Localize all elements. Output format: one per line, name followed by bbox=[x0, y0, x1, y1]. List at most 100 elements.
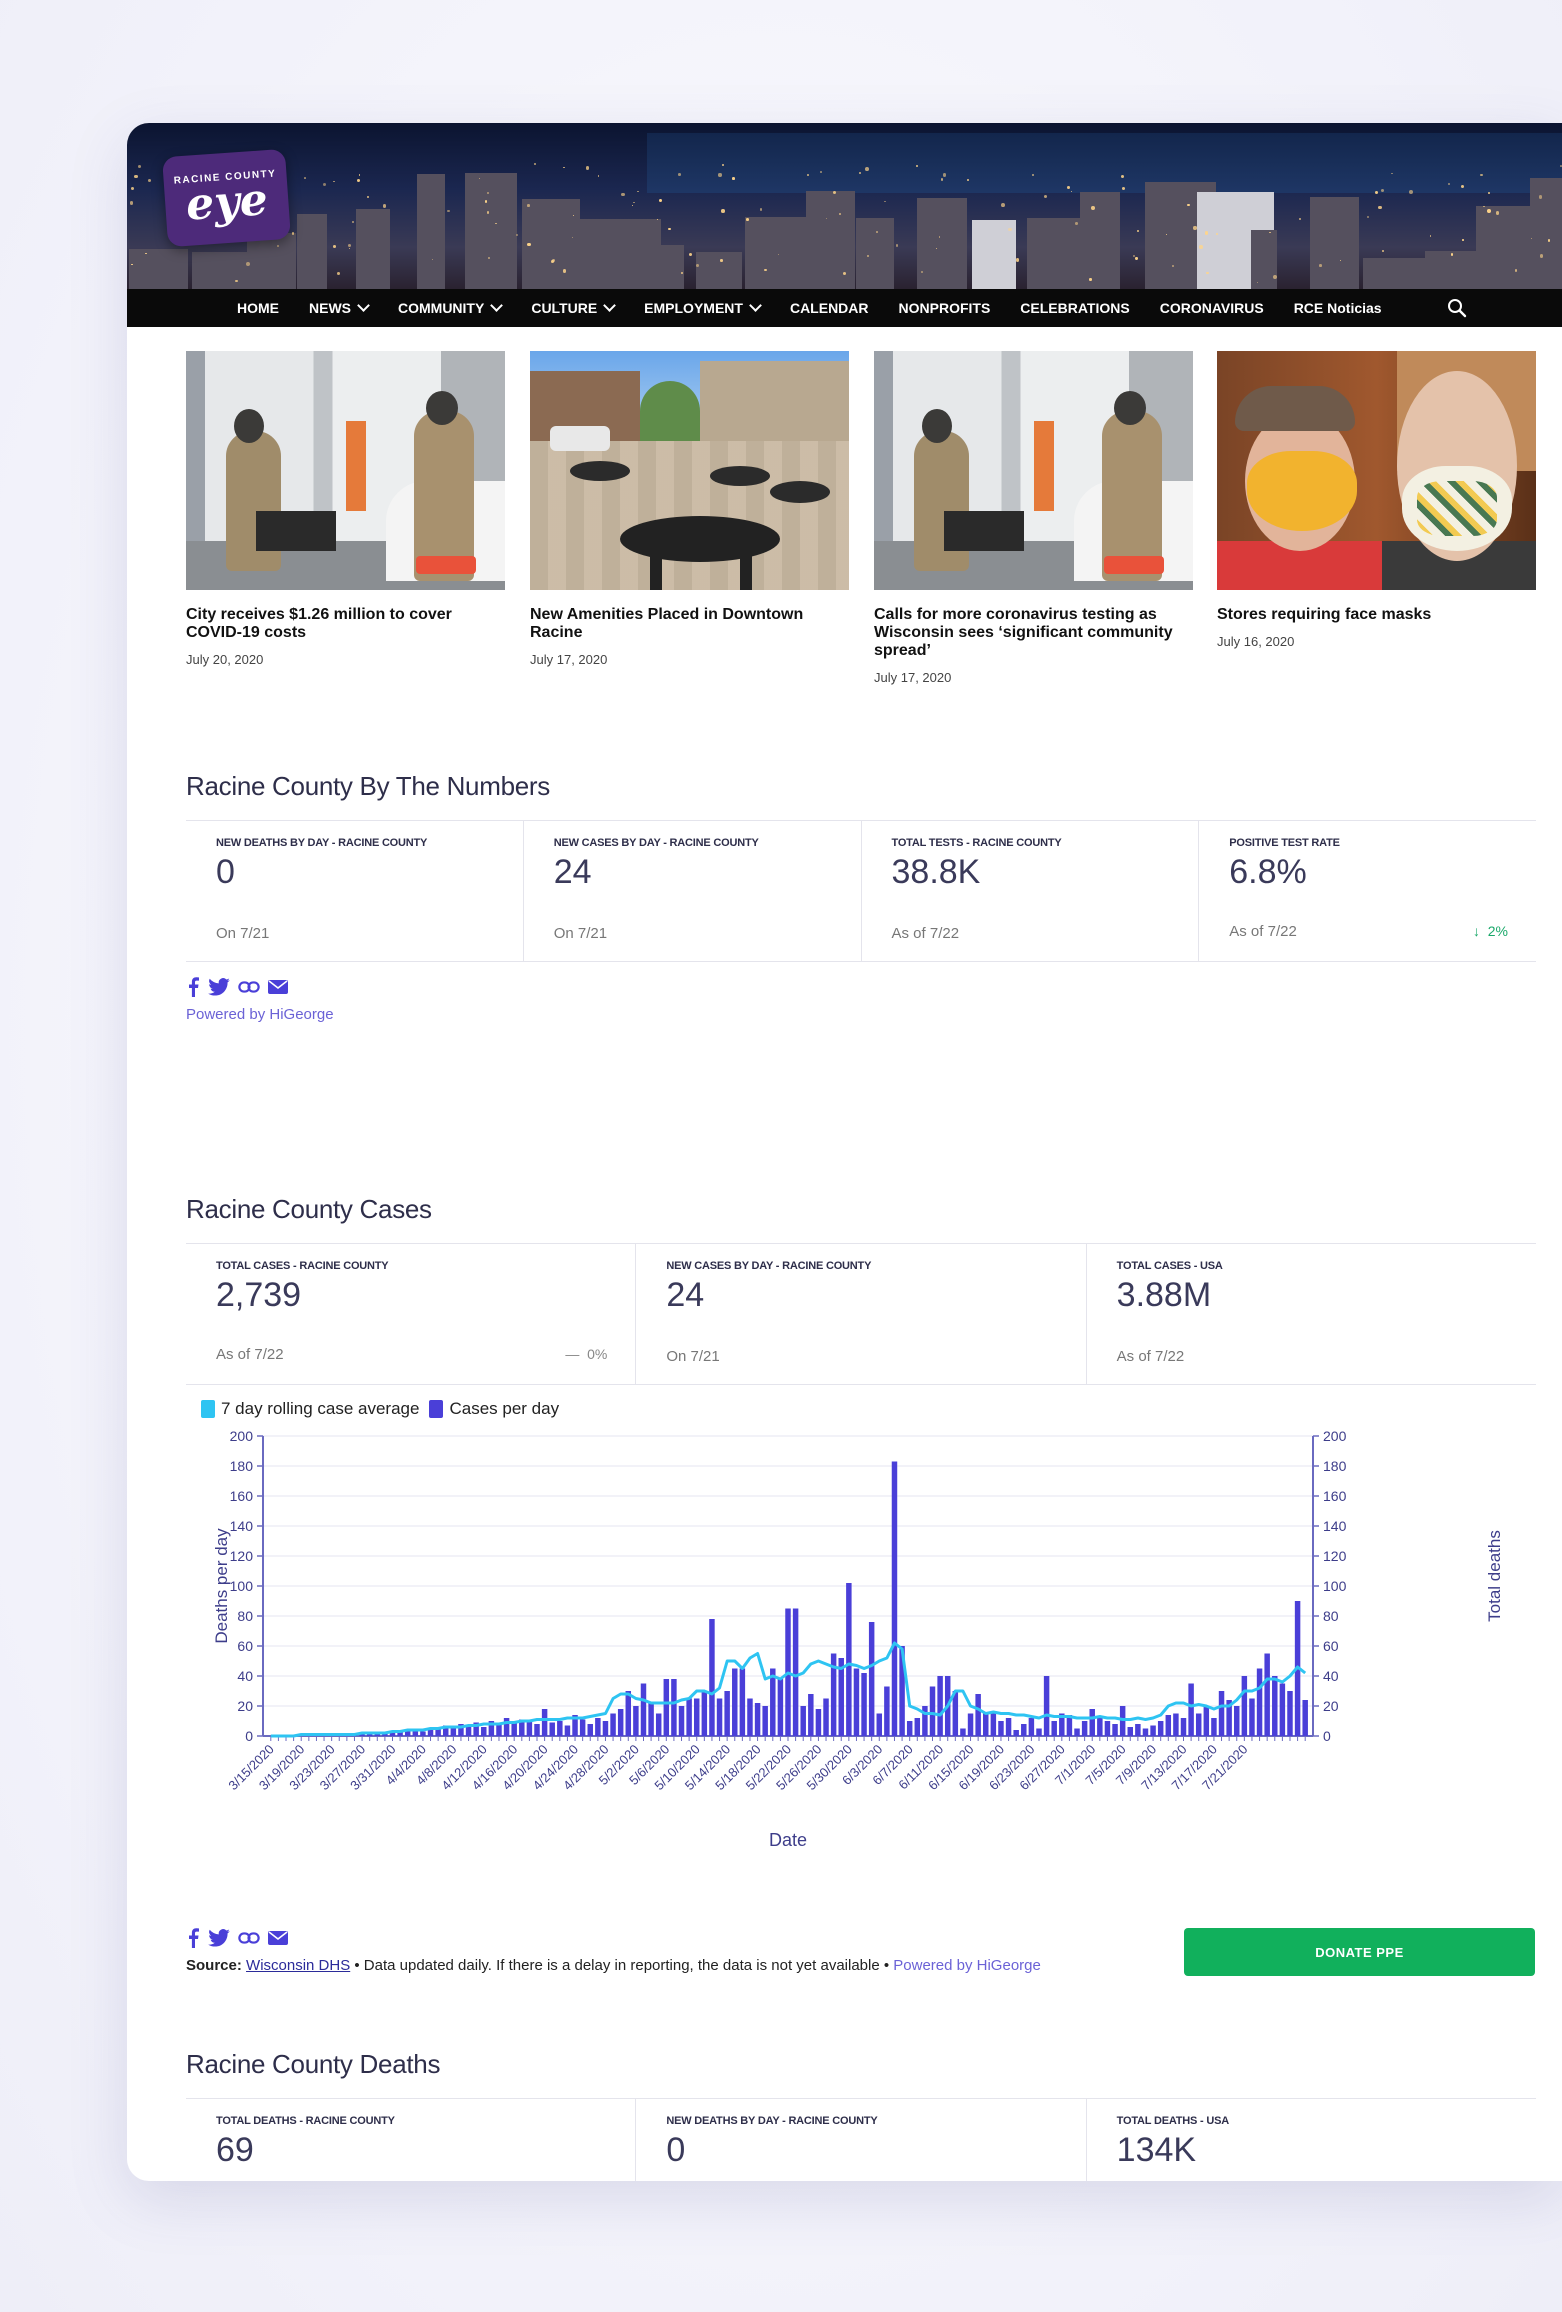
bar bbox=[815, 1709, 822, 1736]
stat-value: 3.88M bbox=[1116, 1276, 1212, 1314]
bar bbox=[1081, 1721, 1088, 1736]
article-image-testing[interactable] bbox=[186, 351, 505, 590]
nav-item-culture[interactable]: CULTURE bbox=[531, 299, 617, 316]
nav-item-celebrations[interactable]: CELEBRATIONS bbox=[1020, 300, 1129, 316]
cases-title: Racine County Cases bbox=[186, 1194, 432, 1224]
bar bbox=[633, 1706, 639, 1736]
chevron-down-icon bbox=[490, 299, 504, 312]
nav-item-calendar[interactable]: CALENDAR bbox=[790, 300, 869, 316]
article-card[interactable]: New Amenities Placed in Downtown Racine … bbox=[530, 351, 849, 667]
deaths-stats: TOTAL DEATHS - RACINE COUNTY 69 NEW DEAT… bbox=[186, 2098, 1536, 2181]
hero-light bbox=[134, 174, 139, 179]
hero-light bbox=[586, 166, 590, 170]
hero-building bbox=[917, 197, 968, 289]
bar bbox=[526, 1721, 533, 1736]
article-image-testing-2[interactable] bbox=[874, 351, 1193, 590]
link-icon[interactable] bbox=[238, 980, 260, 994]
bar bbox=[1195, 1713, 1202, 1736]
bar bbox=[686, 1698, 692, 1736]
twitter-icon[interactable] bbox=[208, 978, 230, 996]
nav-item-rce-noticias[interactable]: RCE Noticias bbox=[1294, 300, 1382, 316]
article-image-plaza[interactable] bbox=[530, 351, 849, 590]
bar bbox=[579, 1719, 586, 1736]
stat-card: NEW DEATHS BY DAY - RACINE COUNTY 0 bbox=[636, 2099, 1087, 2181]
share-bar bbox=[186, 1928, 288, 1948]
source-link[interactable]: Wisconsin DHS bbox=[246, 1957, 350, 1974]
hero-light bbox=[486, 192, 489, 195]
bar bbox=[1074, 1728, 1080, 1736]
article-title[interactable]: City receives $1.26 million to cover COV… bbox=[186, 606, 505, 642]
hero-light bbox=[1299, 218, 1302, 221]
hero-light bbox=[1547, 239, 1551, 242]
nav-item-employment[interactable]: EMPLOYMENT bbox=[644, 299, 762, 316]
facebook-icon[interactable] bbox=[186, 1928, 200, 1948]
x-axis-label: Date bbox=[769, 1830, 807, 1850]
hero-light bbox=[515, 233, 518, 237]
article-title[interactable]: Calls for more coronavirus testing as Wi… bbox=[874, 606, 1193, 660]
nav-label: COMMUNITY bbox=[398, 300, 485, 316]
bar bbox=[1180, 1718, 1187, 1736]
bar bbox=[1173, 1713, 1179, 1736]
legend-label-line[interactable]: 7 day rolling case average bbox=[221, 1399, 419, 1419]
hero-building bbox=[1250, 229, 1277, 289]
hero-building bbox=[1080, 192, 1120, 289]
facebook-icon[interactable] bbox=[186, 977, 200, 997]
hero-light bbox=[1391, 172, 1393, 175]
hero-building bbox=[355, 208, 391, 289]
hero-light bbox=[333, 180, 335, 182]
bar bbox=[1043, 1676, 1050, 1736]
nav-item-coronavirus[interactable]: CORONAVIRUS bbox=[1160, 300, 1264, 316]
article-card[interactable]: City receives $1.26 million to cover COV… bbox=[186, 351, 505, 667]
bar bbox=[595, 1718, 601, 1736]
hero-light bbox=[884, 200, 886, 203]
site-logo[interactable]: RACINE COUNTY eye bbox=[162, 148, 291, 248]
powered-by-link[interactable]: Powered by HiGeorge bbox=[893, 1957, 1041, 1974]
search-icon[interactable] bbox=[1447, 298, 1467, 318]
article-card[interactable]: Stores requiring face masks July 16, 202… bbox=[1217, 351, 1536, 649]
article-card[interactable]: Calls for more coronavirus testing as Wi… bbox=[874, 351, 1193, 685]
nav-item-community[interactable]: COMMUNITY bbox=[398, 299, 504, 316]
nav-item-news[interactable]: NEWS bbox=[309, 299, 370, 316]
nav-item-home[interactable]: HOME bbox=[237, 300, 279, 316]
hero-building bbox=[1310, 197, 1359, 289]
powered-by-link[interactable]: Powered by HiGeorge bbox=[186, 1006, 334, 1023]
bar bbox=[853, 1668, 860, 1736]
nav-item-nonprofits[interactable]: NONPROFITS bbox=[899, 300, 991, 316]
hero-light bbox=[1409, 190, 1413, 195]
nav-label: CORONAVIRUS bbox=[1159, 300, 1264, 316]
stat-label: TOTAL DEATHS - RACINE COUNTY bbox=[216, 2115, 395, 2127]
hero-light bbox=[1381, 250, 1384, 253]
bar bbox=[1142, 1728, 1149, 1736]
bar bbox=[1165, 1715, 1172, 1736]
article-date: July 20, 2020 bbox=[186, 652, 264, 667]
article-title[interactable]: New Amenities Placed in Downtown Racine bbox=[530, 606, 849, 642]
stat-label: TOTAL CASES - RACINE COUNTY bbox=[216, 1260, 389, 1272]
y2-tick-label: 160 bbox=[1323, 1488, 1347, 1504]
article-image-masks[interactable] bbox=[1217, 351, 1536, 590]
article-title[interactable]: Stores requiring face masks bbox=[1217, 606, 1536, 624]
hero-light bbox=[1091, 205, 1095, 210]
hero-light bbox=[304, 177, 307, 179]
legend-swatch-bar bbox=[429, 1400, 444, 1418]
bar bbox=[754, 1703, 761, 1736]
hero-light bbox=[572, 214, 575, 216]
email-icon[interactable] bbox=[268, 979, 288, 995]
twitter-icon[interactable] bbox=[208, 1929, 230, 1947]
email-icon[interactable] bbox=[268, 1930, 288, 1946]
donate-ppe-button[interactable]: DONATE PPE bbox=[1184, 1928, 1535, 1976]
legend-label-bar[interactable]: Cases per day bbox=[449, 1399, 559, 1419]
link-icon[interactable] bbox=[238, 1931, 260, 1945]
bar bbox=[709, 1619, 715, 1736]
bar bbox=[663, 1679, 670, 1736]
y-tick-label: 0 bbox=[245, 1728, 253, 1744]
stat-label: NEW CASES BY DAY - RACINE COUNTY bbox=[666, 1260, 872, 1272]
bar bbox=[906, 1721, 913, 1736]
y2-tick-label: 60 bbox=[1323, 1638, 1339, 1654]
bar bbox=[1028, 1718, 1035, 1736]
y-tick-label: 120 bbox=[230, 1548, 254, 1564]
stat-delta: ↓ 2% bbox=[1473, 923, 1508, 939]
hero-light bbox=[688, 253, 692, 257]
bar bbox=[823, 1698, 829, 1736]
y2-tick-label: 200 bbox=[1323, 1428, 1347, 1444]
bar bbox=[587, 1724, 593, 1736]
